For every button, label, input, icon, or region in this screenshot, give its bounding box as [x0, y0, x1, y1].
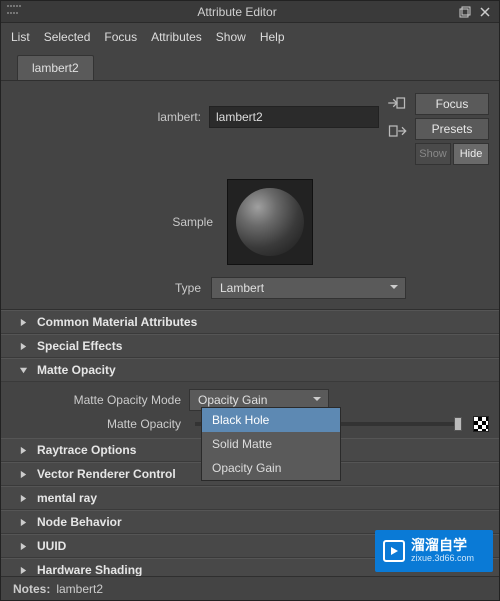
name-label: lambert:	[158, 110, 201, 124]
header-row: lambert: Focus Presets Show Hide	[1, 81, 499, 171]
triangle-right-icon	[19, 318, 29, 327]
slider-thumb[interactable]	[454, 417, 462, 431]
presets-button[interactable]: Presets	[415, 118, 489, 140]
menu-list[interactable]: List	[11, 30, 30, 44]
notes-label: Notes:	[13, 582, 50, 596]
chevron-down-icon	[312, 393, 322, 407]
brand-badge: 溜溜自学 zixue.3d66.com	[375, 530, 493, 572]
notes-value: lambert2	[56, 582, 103, 596]
menu-show[interactable]: Show	[216, 30, 246, 44]
section-special-effects[interactable]: Special Effects	[1, 334, 499, 358]
matte-mode-label: Matte Opacity Mode	[11, 393, 181, 407]
menu-attributes[interactable]: Attributes	[151, 30, 202, 44]
restore-icon[interactable]	[457, 5, 473, 19]
material-sphere-preview	[236, 188, 304, 256]
sample-swatch[interactable]	[227, 179, 313, 265]
play-icon	[383, 540, 405, 562]
triangle-right-icon	[19, 446, 29, 455]
section-mental-ray[interactable]: mental ray	[1, 486, 499, 510]
triangle-right-icon	[19, 470, 29, 479]
hide-button[interactable]: Hide	[453, 143, 489, 165]
type-row: Type Lambert	[1, 273, 499, 309]
triangle-right-icon	[19, 342, 29, 351]
close-icon[interactable]	[477, 5, 493, 19]
show-button[interactable]: Show	[415, 143, 451, 165]
tab-strip: lambert2	[1, 51, 499, 81]
triangle-right-icon	[19, 518, 29, 527]
chevron-down-icon	[389, 281, 399, 295]
brand-line2: zixue.3d66.com	[411, 554, 474, 564]
title-bar: Attribute Editor	[1, 1, 499, 23]
input-connection-icon[interactable]	[387, 93, 407, 113]
output-connection-icon[interactable]	[387, 121, 407, 141]
triangle-down-icon	[19, 366, 29, 375]
triangle-right-icon	[19, 494, 29, 503]
focus-button[interactable]: Focus	[415, 93, 489, 115]
section-common-material[interactable]: Common Material Attributes	[1, 310, 499, 334]
menu-help[interactable]: Help	[260, 30, 285, 44]
grip-dots-icon	[7, 5, 21, 19]
window-title: Attribute Editor	[21, 5, 453, 19]
type-label: Type	[11, 281, 201, 295]
section-matte-opacity[interactable]: Matte Opacity	[1, 358, 499, 382]
type-select-value: Lambert	[220, 281, 264, 295]
dropdown-option-solid-matte[interactable]: Solid Matte	[202, 432, 340, 456]
sample-area: Sample	[1, 171, 499, 273]
map-button-icon[interactable]	[473, 416, 489, 432]
matte-mode-dropdown: Black Hole Solid Matte Opacity Gain	[201, 407, 341, 481]
name-input[interactable]	[209, 106, 379, 128]
menu-selected[interactable]: Selected	[44, 30, 91, 44]
matte-opacity-label: Matte Opacity	[11, 417, 181, 431]
triangle-right-icon	[19, 566, 29, 575]
dropdown-option-opacity-gain[interactable]: Opacity Gain	[202, 456, 340, 480]
dropdown-option-black-hole[interactable]: Black Hole	[202, 408, 340, 432]
menu-focus[interactable]: Focus	[104, 30, 137, 44]
menu-bar: List Selected Focus Attributes Show Help	[1, 23, 499, 51]
sample-label: Sample	[53, 215, 213, 229]
matte-mode-select-value: Opacity Gain	[198, 393, 267, 407]
triangle-right-icon	[19, 542, 29, 551]
type-select[interactable]: Lambert	[211, 277, 406, 299]
tab-lambert2[interactable]: lambert2	[17, 55, 94, 80]
notes-row: Notes: lambert2	[1, 576, 499, 600]
brand-line1: 溜溜自学	[411, 538, 474, 553]
